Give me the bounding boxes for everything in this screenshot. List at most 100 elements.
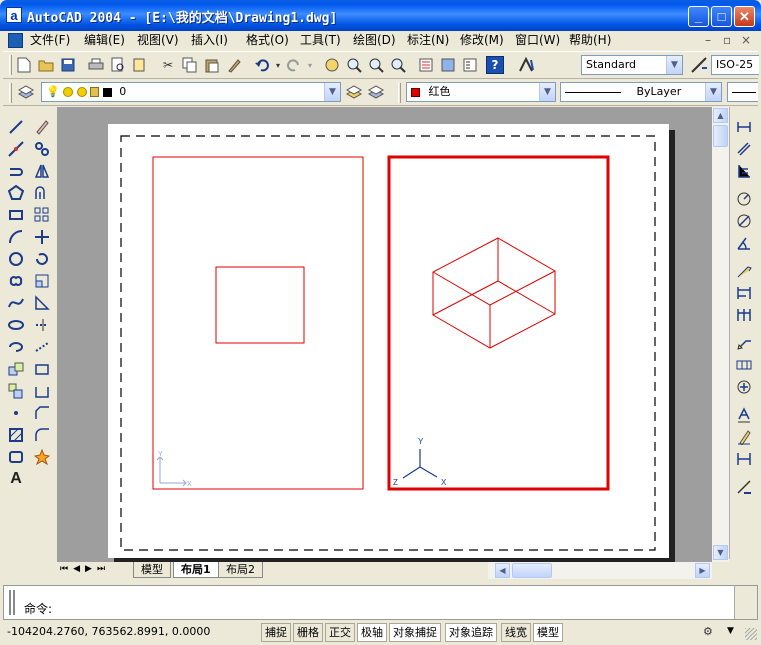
quick-leader-icon[interactable] [734, 333, 754, 353]
save-icon[interactable] [58, 55, 78, 75]
vertical-scroll-thumb[interactable] [713, 125, 728, 147]
menu-view[interactable]: 视图(V) [137, 31, 179, 50]
chevron-down-icon[interactable]: ▼ [705, 83, 721, 101]
fillet-icon[interactable] [32, 425, 52, 445]
linetype-select[interactable]: ByLayer ▼ [560, 82, 722, 102]
menu-edit[interactable]: 编辑(E) [84, 31, 125, 50]
toolbar-grip[interactable] [9, 83, 12, 103]
polyline-icon[interactable] [6, 161, 26, 181]
dimension-edit-icon[interactable] [734, 405, 754, 425]
scroll-right-button[interactable]: ▶ [695, 563, 710, 578]
linear-dimension-icon[interactable] [734, 117, 754, 137]
chamfer-icon[interactable] [32, 403, 52, 423]
circle-icon[interactable] [6, 249, 26, 269]
hatch-icon[interactable] [6, 425, 26, 445]
dimension-style-icon[interactable] [689, 55, 709, 75]
menu-draw[interactable]: 绘图(D) [353, 31, 396, 50]
ordinate-dimension-icon[interactable] [734, 161, 754, 181]
dimension-style-manager-icon[interactable] [734, 477, 754, 497]
break-icon[interactable] [32, 359, 52, 379]
copy-icon[interactable] [180, 55, 200, 75]
rectangle-icon[interactable] [6, 205, 26, 225]
command-scrollbar[interactable] [734, 586, 757, 619]
document-icon[interactable] [8, 33, 23, 48]
layer-select[interactable]: 💡 0 ▼ [41, 82, 341, 102]
toggle-model-paper[interactable]: 模型 [533, 623, 563, 642]
status-menu-arrow-icon[interactable]: ▼ [727, 626, 734, 636]
match-properties-icon[interactable] [224, 55, 244, 75]
menu-modify[interactable]: 修改(M) [460, 31, 504, 50]
tab-layout1[interactable]: 布局1 [173, 562, 219, 578]
open-file-icon[interactable] [36, 55, 56, 75]
doc-close-button[interactable]: × [741, 31, 751, 50]
arc-icon[interactable] [6, 227, 26, 247]
center-mark-icon[interactable] [734, 377, 754, 397]
first-tab-icon[interactable]: ⏮ [60, 564, 73, 574]
point-icon[interactable] [6, 403, 26, 423]
ellipse-arc-icon[interactable] [6, 337, 26, 357]
last-tab-icon[interactable]: ⏭ [97, 564, 110, 574]
region-icon[interactable] [6, 447, 26, 467]
tolerance-icon[interactable] [734, 355, 754, 375]
horizontal-scroll-thumb[interactable] [512, 563, 552, 578]
command-line-grip[interactable] [9, 590, 15, 615]
layer-previous-icon[interactable] [366, 82, 386, 102]
properties-icon[interactable] [416, 55, 436, 75]
toggle-grid[interactable]: 栅格 [293, 623, 323, 642]
erase-icon[interactable] [32, 117, 52, 137]
undo-icon[interactable] [252, 55, 272, 75]
dimension-text-edit-icon[interactable] [734, 427, 754, 447]
help-icon[interactable]: ? [486, 56, 504, 74]
toggle-osnap[interactable]: 对象捕捉 [389, 623, 441, 642]
trim-icon[interactable] [32, 315, 52, 335]
toolbar-grip[interactable] [398, 83, 401, 103]
tab-layout2[interactable]: 布局2 [218, 562, 263, 578]
polygon-icon[interactable] [6, 183, 26, 203]
layer-manager-icon[interactable] [16, 82, 36, 102]
offset-icon[interactable] [32, 183, 52, 203]
undo-dropdown-icon[interactable]: ▾ [274, 55, 282, 75]
ellipse-icon[interactable] [6, 315, 26, 335]
command-line[interactable]: 命令: [3, 585, 758, 620]
toolbar-grip[interactable] [9, 55, 12, 75]
baseline-dimension-icon[interactable] [734, 283, 754, 303]
insert-block-icon[interactable] [6, 359, 26, 379]
maximize-button[interactable]: □ [711, 6, 732, 27]
extend-icon[interactable] [32, 337, 52, 357]
zoom-previous-icon[interactable] [388, 55, 408, 75]
close-button[interactable]: ✕ [734, 6, 755, 27]
menu-tools[interactable]: 工具(T) [300, 31, 341, 50]
cut-icon[interactable]: ✂ [158, 55, 178, 75]
text-style-icon[interactable] [516, 55, 536, 75]
explode-icon[interactable] [32, 447, 52, 467]
revision-cloud-icon[interactable] [6, 271, 26, 291]
aligned-dimension-icon[interactable] [734, 139, 754, 159]
scroll-left-button[interactable]: ◀ [495, 563, 510, 578]
menu-file[interactable]: 文件(F) [30, 31, 70, 50]
new-file-icon[interactable] [14, 55, 34, 75]
dimension-update-icon[interactable] [734, 449, 754, 469]
toggle-ortho[interactable]: 正交 [325, 623, 355, 642]
diameter-dimension-icon[interactable] [734, 211, 754, 231]
resize-grip-icon[interactable] [745, 628, 757, 640]
lineweight-select[interactable] [727, 82, 758, 102]
text-style-select[interactable]: Standard ▼ [581, 55, 683, 75]
chevron-down-icon[interactable]: ▼ [666, 56, 682, 74]
mirror-icon[interactable] [32, 161, 52, 181]
make-block-icon[interactable] [6, 381, 26, 401]
isometric-box[interactable] [432, 237, 556, 349]
publish-icon[interactable] [130, 55, 150, 75]
autocad-app-icon[interactable]: a [6, 7, 22, 23]
dimension-style-select[interactable]: ISO-25 [711, 55, 759, 75]
horizontal-scrollbar[interactable]: ◀ ▶ [488, 562, 712, 579]
angular-dimension-icon[interactable] [734, 233, 754, 253]
tab-model[interactable]: 模型 [133, 562, 171, 578]
copy-object-icon[interactable] [32, 139, 52, 159]
doc-restore-button[interactable]: ▫ [723, 31, 731, 50]
toggle-snap[interactable]: 捕捉 [261, 623, 291, 642]
scroll-up-button[interactable]: ▲ [713, 108, 728, 123]
paste-icon[interactable] [202, 55, 222, 75]
rotate-icon[interactable] [32, 249, 52, 269]
redo-icon[interactable] [284, 55, 304, 75]
line-icon[interactable] [6, 117, 26, 137]
